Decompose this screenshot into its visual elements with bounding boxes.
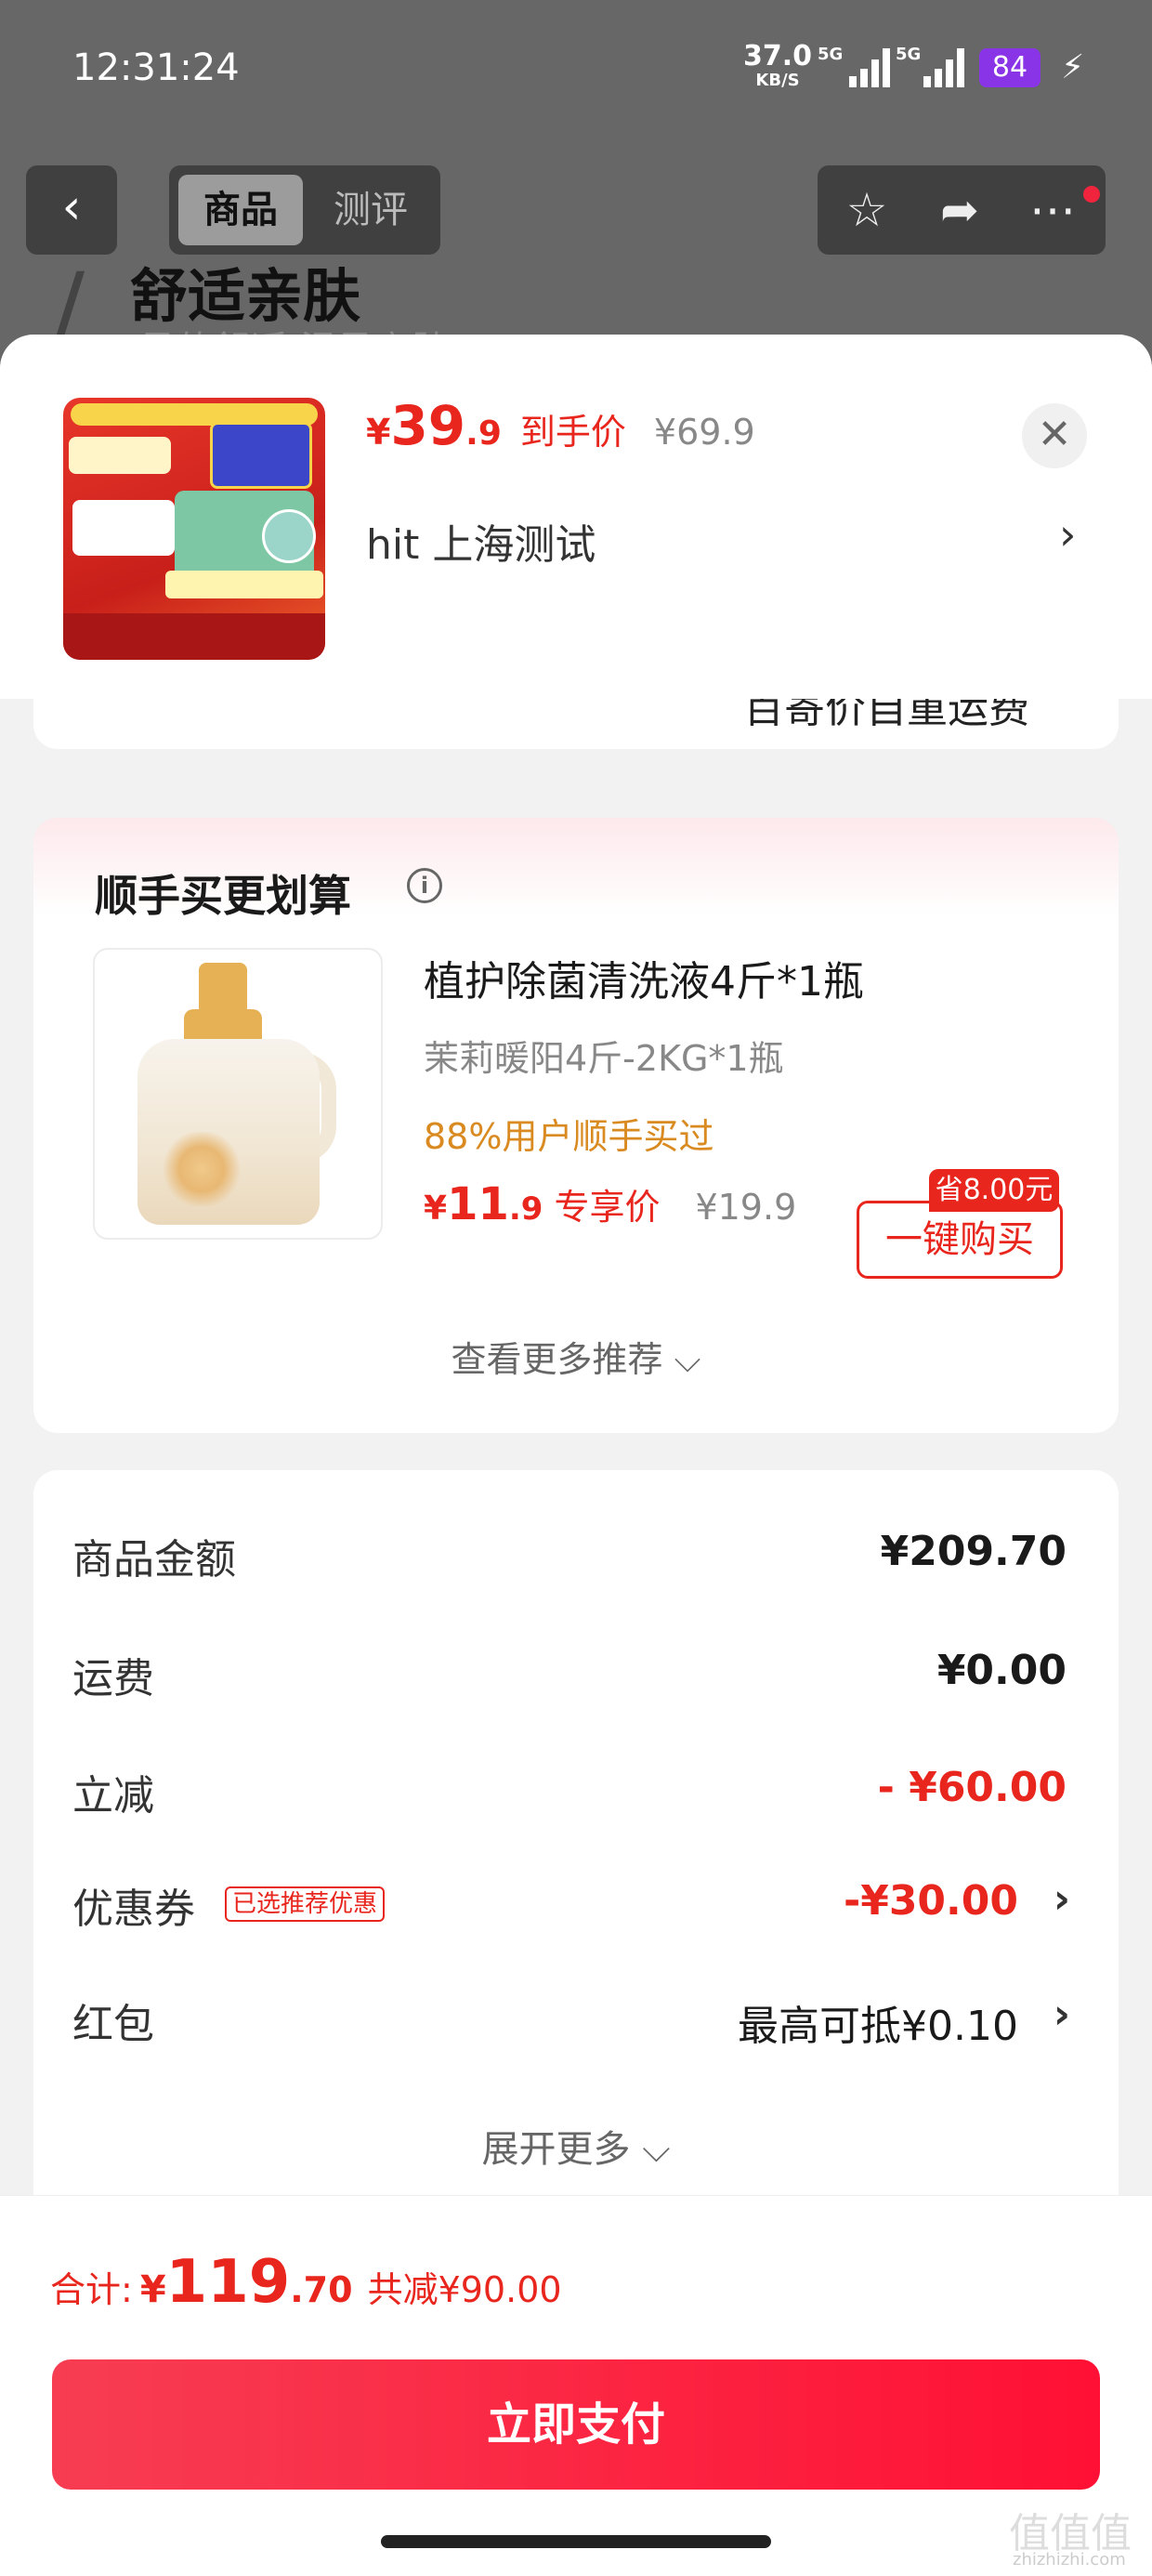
summary-value: 最高可抵¥0.10 [738,2003,1018,2050]
chevron-left-icon: ‹ [61,179,82,235]
expand-more-label: 展开更多 [481,2128,631,2171]
back-button[interactable]: ‹ [26,165,117,255]
recommend-price-currency: ¥ [424,1189,448,1228]
share-icon[interactable]: ➦ [927,178,992,242]
summary-row-subtotal: 商品金额 ¥209.70 [72,1526,1080,1584]
checkout-footer: 合计: ¥119.70 共减¥90.00 立即支付 [0,2195,1152,2576]
save-badge: 省8.00元 [929,1169,1059,1212]
recommend-product-image[interactable] [93,948,383,1240]
total-decimal: .70 [290,2269,353,2310]
network-speed: 37.0 KB/S [743,43,812,93]
total-saved: 共减¥90.00 [367,2269,562,2310]
order-total: 合计: ¥119.70 共减¥90.00 [50,2248,562,2317]
price-decimal: .9 [465,414,502,453]
more-icon[interactable]: ⋯ [1020,178,1085,242]
recommend-product-spec: 茉莉暖阳4斤-2KG*1瓶 [424,1038,784,1079]
status-time: 12:31:24 [72,46,240,89]
chevron-right-icon: › [1053,1991,1070,2038]
tab-bar: 商品 测评 [169,165,440,255]
summary-label: 优惠券 [72,1886,195,1933]
coupon-badge: 已选推荐优惠 [225,1886,386,1922]
chevron-right-icon[interactable]: › [1059,509,1076,559]
price-currency: ¥ [366,412,391,453]
pay-now-button[interactable]: 立即支付 [52,2359,1100,2490]
recommend-product-name[interactable]: 植护除菌清洗液4斤*1瓶 [424,948,864,1007]
one-click-buy-button[interactable]: 一键购买 [857,1201,1063,1279]
summary-row-red-packet[interactable]: 红包 最高可抵¥0.10 › [72,1991,1080,2050]
recommend-price-decimal: .9 [508,1190,543,1228]
home-indicator[interactable] [381,2535,771,2548]
total-integer: 119 [165,2248,291,2317]
checkout-sheet: 百寄价自重运费 ¥39.9 到手价 ¥69.9 ✕ hit 上海测试 › 顺手买更划… [0,335,1152,2576]
summary-value: ¥209.70 [880,1528,1067,1575]
nav-actions: ☆ ➦ ⋯ [818,165,1106,255]
price-integer: 39 [390,394,466,457]
product-header: ¥39.9 到手价 ¥69.9 ✕ hit 上海测试 › [0,335,1152,699]
summary-value: ¥0.00 [936,1647,1067,1694]
status-bar: 12:31:24 37.0 KB/S 5G 5G 84 ⚡ [0,0,1152,139]
network-speed-value: 37.0 [743,40,813,72]
notification-dot [1083,186,1100,203]
summary-row-shipping: 运费 ¥0.00 [72,1645,1080,1702]
order-summary-card: 商品金额 ¥209.70 运费 ¥0.00 立减 - ¥60.00 优惠券 已选… [33,1470,1119,2232]
total-label: 合计: [50,2269,133,2310]
tab-product[interactable]: 商品 [178,175,303,245]
favorite-star-icon[interactable]: ☆ [834,178,899,242]
price-tag: 到手价 [519,412,626,453]
charging-icon: ⚡ [1061,48,1085,86]
battery-icon: 84 [979,48,1041,87]
total-currency: ¥ [139,2268,166,2311]
summary-label: 立减 [72,1772,154,1820]
summary-value: -¥30.00 [843,1877,1018,1925]
recommend-title: 顺手买更划算 [95,871,351,921]
signal-icon-2: 5G [896,45,966,87]
recommend-card: 顺手买更划算 i 植护除菌清洗液4斤*1瓶 茉莉暖阳4斤-2KG*1瓶 88%用… [33,818,1119,1433]
recommend-original-price: ¥19.9 [695,1187,797,1228]
watermark-url: zhizhizhi.com [1013,2550,1126,2569]
signal-label: 5G [818,45,844,64]
product-price: ¥39.9 到手价 ¥69.9 [366,394,755,459]
summary-row-coupon[interactable]: 优惠券 已选推荐优惠 -¥30.00 › [72,1875,1080,1933]
recommend-price: ¥11.9 专享价 ¥19.9 [424,1178,796,1230]
chevron-down-icon: ⌵ [674,1339,701,1380]
recommend-price-tag: 专享价 [554,1187,661,1228]
chevron-down-icon: ⌵ [642,2128,671,2171]
summary-label: 运费 [72,1655,154,1702]
chevron-right-icon: › [1053,1875,1070,1923]
info-icon[interactable]: i [407,868,442,903]
summary-label: 红包 [72,2001,154,2048]
summary-row-discount: 立减 - ¥60.00 [72,1762,1080,1820]
summary-value: - ¥60.00 [877,1764,1067,1811]
recommend-price-integer: 11 [447,1178,509,1230]
top-nav: ‹ 商品 测评 ☆ ➦ ⋯ [0,158,1152,260]
product-thumbnail[interactable] [63,398,325,660]
close-icon: ✕ [1037,411,1072,458]
recommend-social-proof: 88%用户顺手买过 [424,1116,714,1157]
original-price: ¥69.9 [653,412,755,453]
close-button[interactable]: ✕ [1022,403,1087,468]
tab-review[interactable]: 测评 [308,175,433,245]
signal-label-2: 5G [896,45,922,64]
more-recommendations-label: 查看更多推荐 [451,1339,663,1380]
signal-icon: 5G [818,45,890,87]
expand-more-link[interactable]: 展开更多 ⌵ [33,2119,1119,2173]
shipping-address[interactable]: hit 上海测试 [366,511,596,571]
more-recommendations-link[interactable]: 查看更多推荐 ⌵ [33,1331,1119,1382]
summary-label: 商品金额 [72,1536,236,1584]
